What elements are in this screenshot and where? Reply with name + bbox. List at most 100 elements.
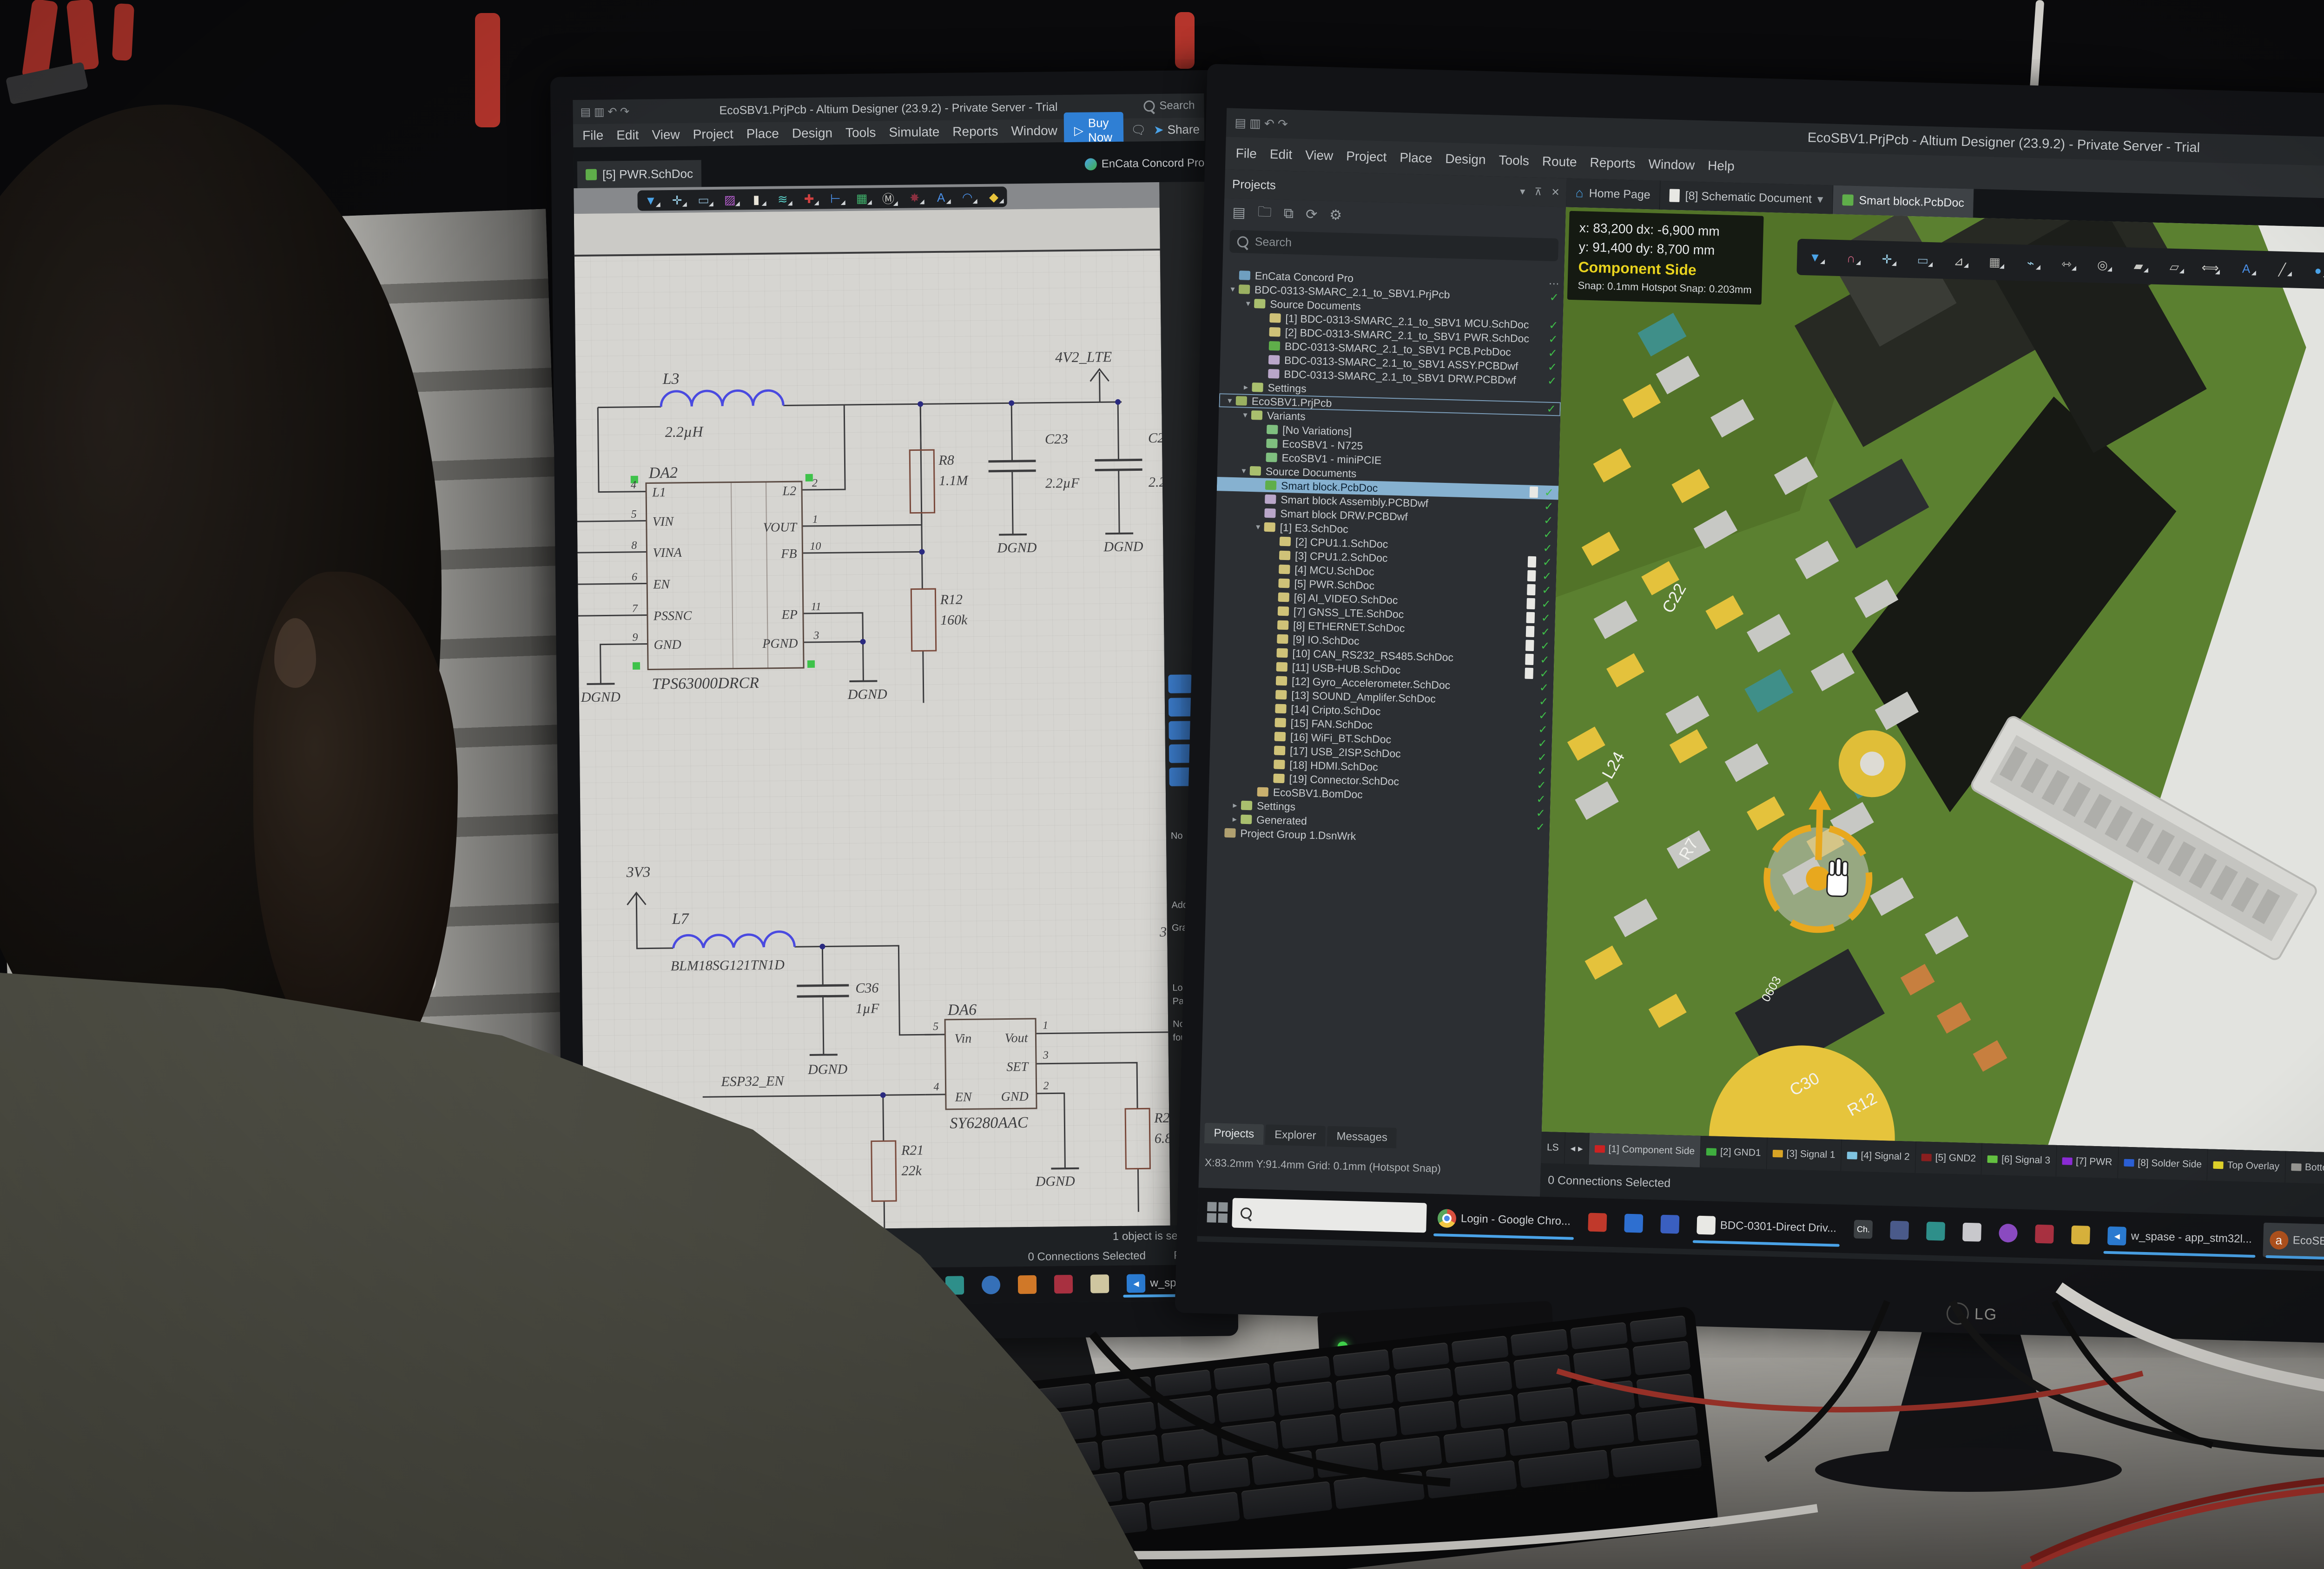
keyboard-key[interactable] xyxy=(1454,1361,1512,1396)
taskbar-item[interactable] xyxy=(1883,1213,1916,1248)
taskbar-item[interactable]: ◂w_spase - app_stm32l... xyxy=(2101,1218,2259,1257)
route-icon[interactable]: ⌁ xyxy=(2018,256,2043,270)
length-icon[interactable]: ⇿ xyxy=(2054,257,2080,271)
menu-item-design[interactable]: Design xyxy=(1439,151,1492,167)
keyboard-key[interactable] xyxy=(1518,1450,1610,1488)
keyboard-key[interactable] xyxy=(1154,1369,1212,1397)
taskbar-item[interactable] xyxy=(740,1274,772,1301)
keyboard-key[interactable] xyxy=(1056,1502,1148,1541)
keyboard-key[interactable] xyxy=(1214,1363,1271,1390)
pcb-3d-viewport[interactable]: L24 R7 C22 C30 R12 0603 xyxy=(1542,207,2324,1153)
keyboard-key[interactable] xyxy=(917,1397,974,1424)
keyboard-key[interactable] xyxy=(1339,1407,1398,1442)
divider-icon[interactable]: ▮ xyxy=(744,192,769,207)
menu-item-window[interactable]: Window xyxy=(1642,157,1701,173)
windows-search[interactable] xyxy=(1232,1198,1427,1233)
move-icon[interactable]: ✛ xyxy=(665,193,690,208)
keyboard-key[interactable] xyxy=(1036,1383,1093,1411)
save-icon[interactable]: ▤ xyxy=(1232,204,1246,221)
layer-tab[interactable]: [3] Signal 1 xyxy=(1767,1138,1842,1171)
keyboard-key[interactable] xyxy=(1273,1356,1331,1383)
text-icon[interactable]: A xyxy=(2233,261,2259,276)
pad-icon[interactable]: ▰ xyxy=(2126,258,2151,273)
taskbar-item[interactable] xyxy=(1011,1272,1043,1298)
taskbar-item[interactable] xyxy=(1084,1271,1116,1297)
move-icon[interactable]: ✛ xyxy=(1874,251,1900,266)
keyboard-key[interactable] xyxy=(1221,1421,1279,1456)
keyboard-key[interactable] xyxy=(864,1461,923,1496)
keyboard-key[interactable] xyxy=(976,1390,1034,1417)
layer-tab[interactable]: [8] Solder Side xyxy=(2118,1147,2208,1180)
taskbar-item[interactable] xyxy=(2065,1217,2097,1253)
taskbar-item[interactable] xyxy=(1992,1215,2025,1251)
menu-item-route[interactable]: Route xyxy=(1535,154,1584,170)
taskbar-item[interactable] xyxy=(1654,1206,1686,1242)
keyboard-key[interactable] xyxy=(1507,1421,1571,1456)
layer-tab[interactable]: [2] GND1 xyxy=(1700,1136,1767,1169)
keyboard-key[interactable] xyxy=(1333,1349,1390,1377)
keyboard-key[interactable] xyxy=(1042,1441,1101,1476)
menu-item-edit[interactable]: Edit xyxy=(610,128,646,143)
keyboard-key[interactable] xyxy=(1570,1322,1628,1350)
tab-smart-block-pcbdoc[interactable]: Smart block.PcbDoc xyxy=(1833,185,1974,218)
expander-icon[interactable]: ▾ xyxy=(1224,396,1236,406)
keyboard-key[interactable] xyxy=(1157,1395,1216,1430)
taskbar-item[interactable]: aEcoSBV1.PrjPcb - Alti... xyxy=(2263,1222,2324,1261)
menu-item-project[interactable]: Project xyxy=(1340,149,1393,165)
taskbar-item[interactable] xyxy=(975,1272,1007,1298)
keyboard-key[interactable] xyxy=(979,1415,1037,1450)
net-icon[interactable]: ✚ xyxy=(796,191,821,206)
close-icon[interactable]: ✕ xyxy=(1551,186,1560,198)
keyboard-key[interactable] xyxy=(1060,1472,1123,1507)
layer-scroll-arrows[interactable]: ◂ ▸ xyxy=(1565,1132,1590,1164)
panel-tab-projects[interactable]: Projects xyxy=(1204,1123,1264,1145)
keyboard-key[interactable] xyxy=(983,1448,1042,1483)
taskbar-item[interactable] xyxy=(2028,1216,2061,1252)
keyboard-key[interactable] xyxy=(1426,1460,1517,1499)
filter-icon[interactable]: ▼ xyxy=(1802,250,1828,264)
layer-tab[interactable]: LS xyxy=(1541,1132,1565,1164)
panel-button[interactable] xyxy=(1168,674,1192,693)
keyboard-key[interactable] xyxy=(1123,1464,1187,1500)
panel-button[interactable] xyxy=(1169,698,1193,717)
keyboard-key[interactable] xyxy=(1095,1376,1153,1404)
taskbar-item[interactable] xyxy=(1581,1205,1614,1240)
encata-button[interactable]: EnCata Concord Pro xyxy=(1085,157,1205,171)
keyboard-key[interactable] xyxy=(932,1486,995,1522)
keyboard-key[interactable] xyxy=(1392,1342,1450,1370)
keyboard-key[interactable] xyxy=(920,1422,978,1457)
keyboard-key[interactable] xyxy=(1241,1481,1333,1520)
menu-item-place[interactable]: Place xyxy=(1393,150,1439,166)
keyboard-key[interactable] xyxy=(1380,1435,1443,1470)
expander-icon[interactable]: ▾ xyxy=(1238,466,1250,476)
panel-tab-messages[interactable]: Messages xyxy=(1327,1126,1397,1148)
keyboard-key[interactable] xyxy=(1334,1470,1425,1509)
grid-icon[interactable]: ▦ xyxy=(849,191,874,206)
more-icon[interactable]: ⋯ xyxy=(1548,277,1559,290)
expander-icon[interactable]: ▸ xyxy=(1240,382,1252,392)
taskbar-item[interactable] xyxy=(1920,1213,1952,1249)
keyboard-key[interactable] xyxy=(1571,1413,1634,1449)
keyboard-key[interactable] xyxy=(924,1455,982,1490)
keyboard-key[interactable] xyxy=(1611,1439,1702,1477)
keyboard-key[interactable] xyxy=(1102,1434,1160,1469)
keyboard-key[interactable] xyxy=(1280,1414,1338,1449)
expander-icon[interactable]: ▾ xyxy=(1227,284,1239,294)
taskbar-item[interactable]: Ch. xyxy=(1847,1212,1880,1247)
keyboard-key[interactable] xyxy=(1395,1368,1453,1403)
keyboard-key[interactable] xyxy=(858,1403,915,1431)
select-rect-icon[interactable]: ▭ xyxy=(1910,253,1935,268)
keyboard-key[interactable] xyxy=(1335,1374,1394,1409)
keyboard-key[interactable] xyxy=(1098,1402,1156,1437)
keyboard-key[interactable] xyxy=(1216,1388,1275,1423)
probe-icon[interactable]: ⊢ xyxy=(823,191,848,206)
menu-item-simulate[interactable]: Simulate xyxy=(882,125,946,140)
menu-item-view[interactable]: View xyxy=(1299,147,1340,163)
taskbar-item[interactable] xyxy=(1956,1214,1988,1250)
sphere-icon[interactable]: ● xyxy=(2305,263,2324,278)
menu-item-window[interactable]: Window xyxy=(1004,123,1064,138)
expander-icon[interactable]: ▸ xyxy=(1229,800,1241,811)
taskbar-item[interactable] xyxy=(704,1275,736,1301)
keyboard-key[interactable] xyxy=(860,1429,919,1464)
taskbar-item[interactable] xyxy=(1618,1206,1650,1241)
